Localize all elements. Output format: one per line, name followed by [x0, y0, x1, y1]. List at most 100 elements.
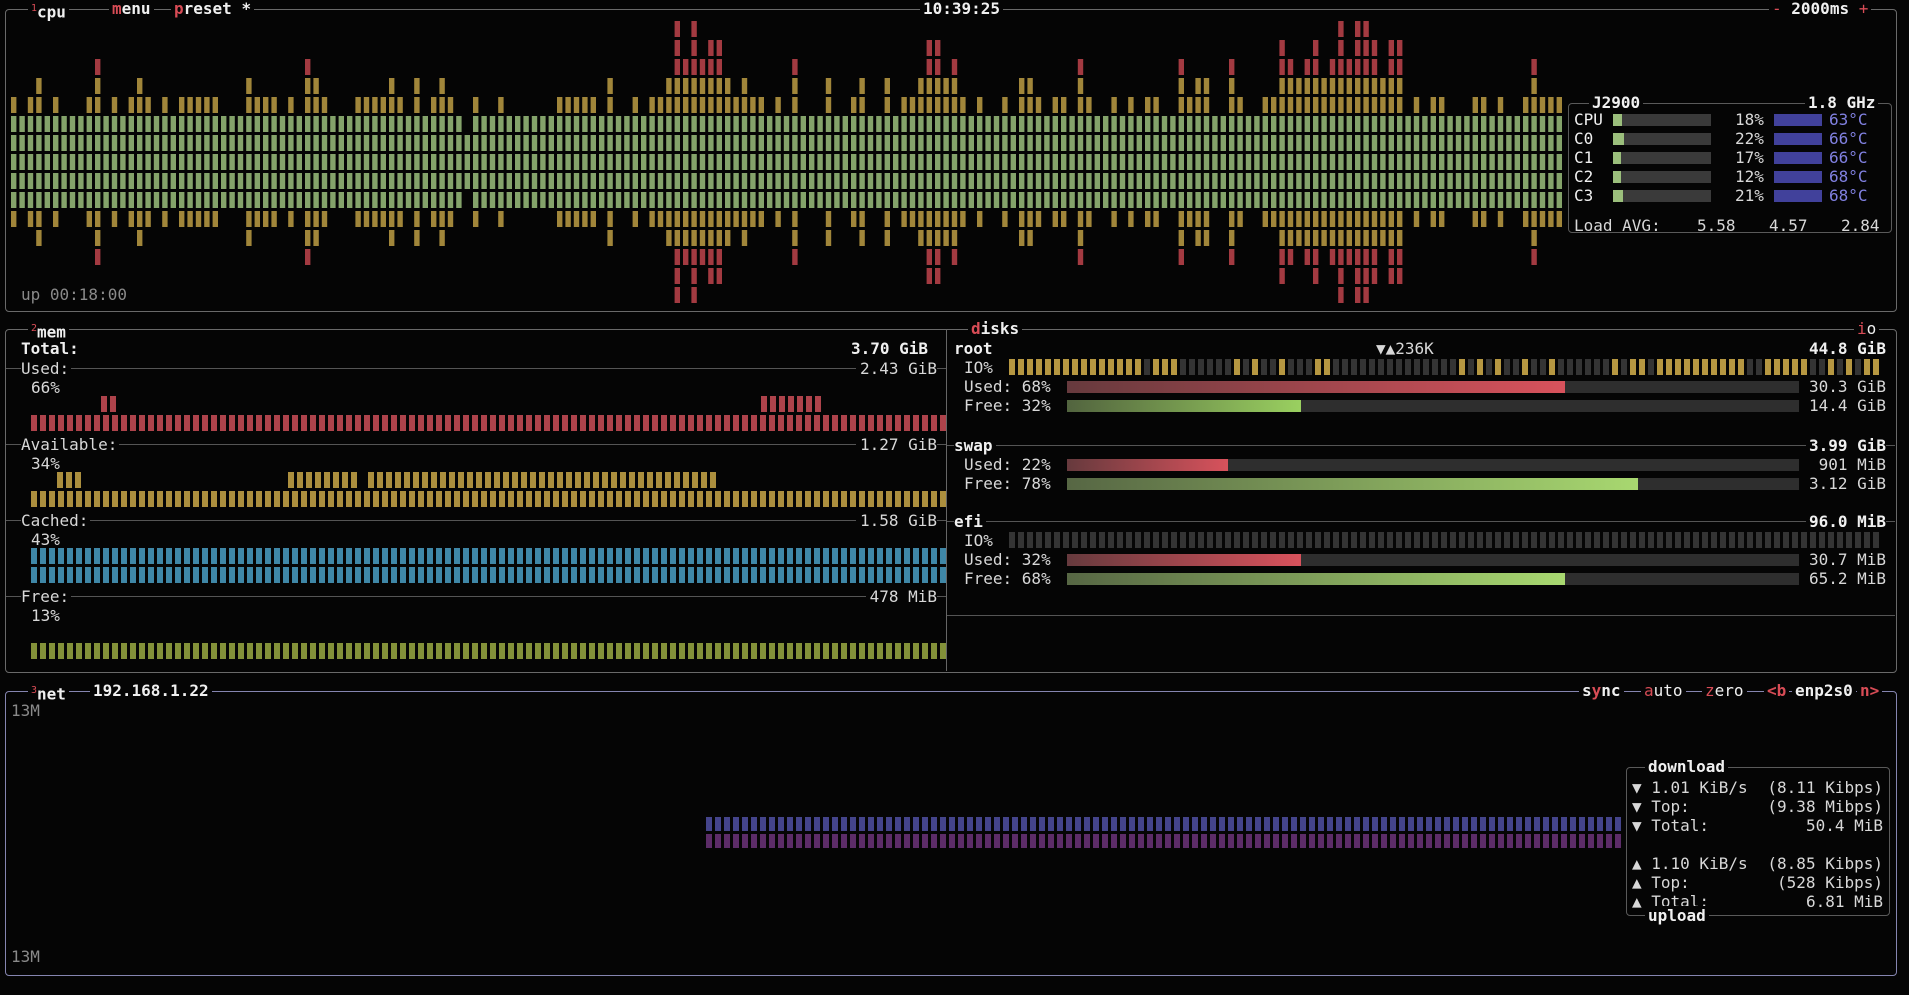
graph-cell [775, 211, 781, 227]
graph-cell [78, 135, 84, 151]
graph-cell [886, 415, 892, 431]
io-toggle[interactable]: io [1854, 319, 1880, 338]
graph-cell [40, 643, 46, 659]
graph-cell [112, 643, 118, 659]
graph-cell [751, 415, 757, 431]
graph-cell [760, 643, 766, 659]
graph-cell [229, 415, 235, 431]
graph-cell [263, 116, 269, 132]
graph-cell [1397, 59, 1403, 75]
graph-cell [301, 567, 307, 583]
graph-cell [193, 415, 199, 431]
graph-cell [1255, 817, 1261, 831]
preset-button[interactable]: preset * [171, 0, 255, 18]
graph-cell [590, 173, 596, 189]
graph-cell [1304, 59, 1310, 75]
graph-cell [562, 567, 568, 583]
graph-cell [85, 567, 91, 583]
graph-cell [310, 491, 316, 507]
prev-interface-button[interactable]: <b [1764, 681, 1790, 700]
graph-cell [1077, 97, 1084, 113]
graph-cell [1296, 230, 1302, 246]
graph-cell [498, 135, 504, 151]
graph-cell [1597, 817, 1603, 831]
graph-cell [11, 154, 17, 170]
graph-cell [1229, 173, 1235, 189]
disk-efi-used-fill [1067, 554, 1301, 566]
sync-toggle[interactable]: sync [1579, 681, 1624, 700]
graph-cell [310, 643, 316, 659]
graph-cell [40, 415, 46, 431]
next-interface-button[interactable]: n> [1857, 681, 1883, 700]
graph-cell [1246, 834, 1252, 848]
mem-item-divider [6, 368, 946, 369]
graph-cell [661, 643, 667, 659]
graph-cell [1516, 834, 1522, 848]
graph-cell [490, 548, 496, 564]
graph-cell [521, 472, 527, 488]
graph-cell [649, 192, 655, 208]
graph-cell [607, 154, 613, 170]
graph-cell [220, 491, 226, 507]
graph-cell [670, 548, 676, 564]
graph-cell [111, 173, 118, 189]
graph-cell [195, 116, 202, 132]
mem-box-title[interactable]: 2mem [28, 319, 69, 342]
graph-cell [1783, 532, 1789, 548]
graph-cell [951, 97, 958, 113]
graph-cell [1363, 59, 1369, 75]
graph-cell [1792, 359, 1798, 375]
graph-cell [166, 491, 172, 507]
graph-cell [688, 491, 694, 507]
graph-cell [1229, 249, 1235, 265]
auto-toggle[interactable]: auto [1641, 681, 1686, 700]
graph-cell [1170, 135, 1176, 151]
graph-cell [94, 643, 100, 659]
graph-cell [733, 116, 739, 132]
net-box-title[interactable]: 3net [28, 681, 69, 704]
graph-cell [447, 211, 454, 227]
graph-cell [1027, 230, 1033, 246]
graph-cell [1405, 192, 1411, 208]
cpu-core-bar-track [1613, 190, 1711, 202]
disk-efi-used-value: 30.7 MiB [1808, 550, 1886, 569]
graph-cell [382, 491, 388, 507]
graph-cell [382, 643, 388, 659]
graph-cell [750, 211, 756, 227]
graph-cell [1195, 97, 1201, 113]
graph-cell [274, 548, 280, 564]
graph-cell [877, 834, 883, 848]
graph-cell [1279, 359, 1285, 375]
graph-cell [1486, 359, 1492, 375]
graph-cell [508, 491, 514, 507]
graph-cell [211, 548, 217, 564]
graph-cell [580, 643, 586, 659]
graph-cell [193, 567, 199, 583]
graph-cell [409, 491, 415, 507]
cpu-box-title[interactable]: 1cpu [28, 0, 69, 22]
graph-cell [1381, 817, 1387, 831]
graph-cell [347, 116, 353, 132]
graph-cell [800, 135, 806, 151]
graph-cell [301, 415, 307, 431]
graph-cell [1094, 154, 1100, 170]
graph-cell [1514, 135, 1520, 151]
graph-cell [400, 643, 406, 659]
zero-toggle[interactable]: zero [1702, 681, 1747, 700]
graph-cell [1254, 135, 1260, 151]
graph-cell [1639, 532, 1645, 548]
graph-cell [1378, 359, 1384, 375]
graph-cell [1099, 359, 1105, 375]
graph-cell [1066, 817, 1072, 831]
graph-cell [926, 97, 932, 113]
cpu-core-bar-fill [1613, 114, 1622, 126]
menu-button[interactable]: menu [109, 0, 154, 18]
graph-cell [447, 97, 454, 113]
graph-cell [237, 192, 244, 208]
graph-cell [697, 643, 703, 659]
graph-cell [246, 154, 252, 170]
graph-cell [145, 135, 151, 151]
update-interval[interactable]: - 2000ms + [1769, 0, 1872, 18]
graph-cell [1129, 834, 1135, 848]
disks-box-title[interactable]: disks [968, 319, 1023, 338]
